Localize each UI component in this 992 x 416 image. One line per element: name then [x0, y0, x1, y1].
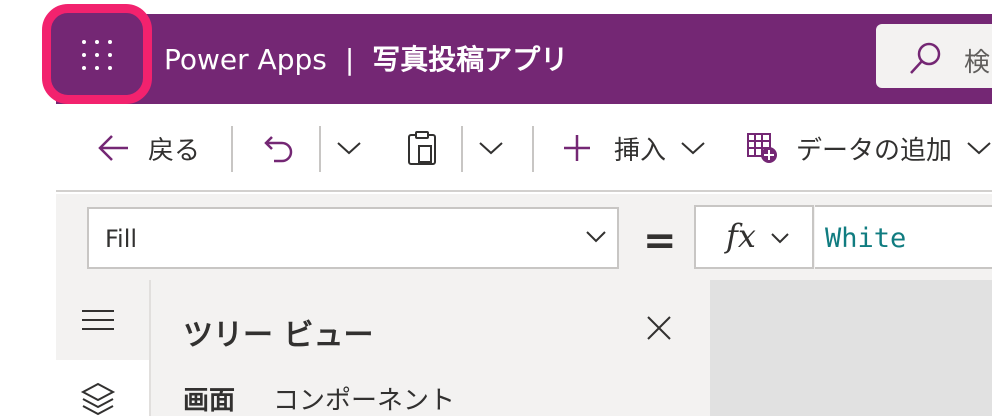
close-icon[interactable]	[645, 314, 673, 342]
product-name: Power Apps	[164, 43, 327, 76]
chevron-down-icon	[771, 233, 789, 244]
undo-more-button[interactable]	[336, 104, 362, 192]
layers-icon	[80, 382, 116, 416]
search-icon	[910, 42, 941, 74]
divider	[461, 126, 463, 172]
canvas-area[interactable]	[710, 280, 992, 416]
waffle-icon	[82, 40, 112, 70]
tab-components[interactable]: コンポーネント	[273, 380, 455, 416]
undo-icon	[264, 136, 293, 163]
tree-view-panel: ツリー ビュー 画面 コンポーネント	[151, 280, 710, 416]
divider	[532, 126, 534, 172]
back-button[interactable]: 戻る	[96, 104, 200, 192]
add-data-button[interactable]: データの追加	[746, 104, 992, 192]
divider	[319, 126, 321, 172]
property-value: Fill	[105, 225, 138, 253]
chevron-down-icon	[479, 142, 503, 155]
chevron-down-icon	[681, 142, 705, 155]
hamburger-icon[interactable]	[80, 308, 116, 332]
fx-button[interactable]: fx	[694, 205, 814, 269]
insert-label: 挿入	[614, 135, 667, 166]
left-rail	[56, 280, 149, 416]
chevron-down-icon	[967, 142, 991, 155]
fx-icon: fx	[726, 217, 756, 255]
formula-input[interactable]: White	[815, 205, 992, 269]
tree-view-button[interactable]	[56, 360, 149, 416]
insert-button[interactable]: 挿入	[562, 104, 706, 192]
undo-button[interactable]	[262, 104, 296, 192]
plus-icon	[564, 135, 590, 161]
paste-icon	[408, 131, 436, 165]
tab-screens[interactable]: 画面	[183, 380, 235, 416]
app-launcher-button[interactable]	[42, 4, 152, 104]
command-bar: 戻る 挿入 データの追加	[56, 104, 992, 192]
add-data-label: データの追加	[796, 135, 953, 166]
back-arrow-icon	[98, 135, 128, 161]
paste-button[interactable]	[406, 104, 438, 192]
paste-more-button[interactable]	[478, 104, 504, 192]
divider	[231, 126, 233, 172]
app-title: Power Apps | 写真投稿アプリ	[164, 38, 568, 78]
app-name: 写真投稿アプリ	[372, 43, 569, 76]
back-label: 戻る	[148, 135, 201, 166]
equals-sign: =	[643, 218, 677, 264]
panel-title: ツリー ビュー	[183, 318, 374, 353]
table-add-icon	[747, 133, 777, 163]
search-box[interactable]: 検	[876, 24, 992, 88]
property-dropdown[interactable]: Fill	[87, 207, 619, 269]
chevron-down-icon	[337, 142, 361, 155]
chevron-down-icon	[586, 231, 606, 243]
formula-value: White	[825, 223, 907, 254]
title-separator: |	[344, 43, 355, 76]
search-placeholder: 検	[964, 48, 991, 78]
